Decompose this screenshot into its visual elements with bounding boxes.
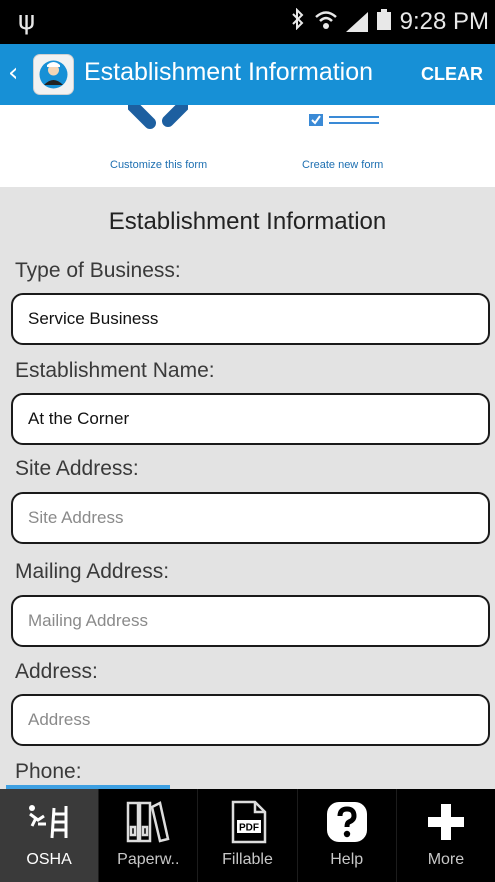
usb-icon: ψ — [18, 6, 36, 36]
battery-icon — [376, 8, 392, 36]
nav-item-help[interactable]: Help — [298, 789, 397, 882]
clear-button[interactable]: CLEAR — [421, 64, 483, 85]
nav-item-osha[interactable]: OSHA — [0, 789, 100, 882]
wifi-icon — [314, 9, 338, 36]
form-options-banner: Customize this form Create new form — [0, 105, 495, 187]
nav-item-more[interactable]: More — [397, 789, 495, 882]
customize-form-link[interactable]: Customize this form — [110, 159, 207, 171]
nav-label-paperwork: Paperw.. — [117, 851, 180, 868]
action-bar: ‹ Establishment Information CLEAR — [0, 44, 495, 105]
plus-icon — [426, 799, 466, 845]
nav-item-fillable[interactable]: PDF Fillable — [198, 789, 298, 882]
ladder-fall-icon — [26, 799, 72, 845]
binders-icon — [126, 799, 170, 845]
status-bar: ψ 9:28 PM — [0, 0, 495, 44]
bluetooth-icon — [290, 7, 306, 36]
establishment-form: Establishment Information Type of Busine… — [0, 187, 495, 789]
site-address-label: Site Address: — [15, 457, 139, 480]
phone-label: Phone: — [15, 760, 82, 783]
nav-label-more: More — [427, 851, 465, 868]
create-form-icon[interactable] — [309, 111, 381, 127]
status-time: 9:28 PM — [399, 8, 489, 35]
page-title: Establishment Information — [84, 58, 374, 86]
address-input[interactable] — [11, 694, 490, 746]
establishment-name-input[interactable] — [11, 393, 490, 445]
mailing-address-label: Mailing Address: — [15, 560, 170, 583]
signal-icon — [345, 12, 368, 32]
address-label: Address: — [15, 660, 98, 683]
nav-label-osha: OSHA — [26, 851, 72, 868]
establishment-name-label: Establishment Name: — [15, 359, 215, 382]
customize-form-icon[interactable] — [126, 105, 190, 131]
site-address-input[interactable] — [11, 492, 490, 544]
type-of-business-label: Type of Business: — [15, 259, 181, 282]
back-chevron-icon[interactable]: ‹ — [8, 58, 18, 88]
app-logo-icon[interactable] — [33, 54, 74, 95]
type-of-business-input[interactable] — [11, 293, 490, 345]
svg-text:PDF: PDF — [239, 823, 259, 834]
question-icon — [325, 799, 369, 845]
nav-item-paperwork[interactable]: Paperw.. — [99, 789, 199, 882]
nav-label-fillable: Fillable — [222, 851, 273, 868]
bottom-nav: OSHA Paperw.. PDF Fillable Help More — [0, 789, 495, 882]
mailing-address-input[interactable] — [11, 595, 490, 647]
pdf-document-icon: PDF — [229, 799, 267, 845]
form-heading: Establishment Information — [108, 208, 387, 235]
nav-label-help: Help — [330, 851, 364, 868]
create-new-form-link[interactable]: Create new form — [302, 159, 383, 171]
